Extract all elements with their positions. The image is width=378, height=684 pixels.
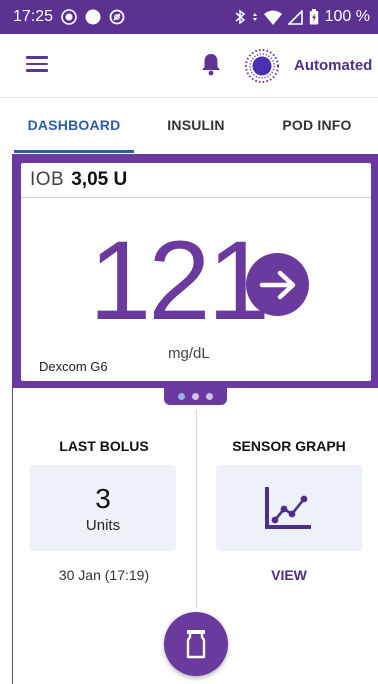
circle-icon <box>85 9 101 25</box>
sensor-graph-title: SENSOR GRAPH <box>232 438 346 454</box>
status-time: 17:25 <box>13 8 54 25</box>
page-dot[interactable] <box>178 392 185 400</box>
bolus-vial-icon <box>186 630 206 659</box>
column-divider <box>196 410 197 608</box>
page-dot[interactable] <box>206 392 213 400</box>
signal-icon <box>287 9 303 25</box>
status-bar: 17:25 100 % <box>0 0 378 34</box>
wifi-icon <box>263 10 282 25</box>
iob-value: 3,05 U <box>71 169 128 190</box>
battery-icon <box>309 9 319 25</box>
app-bar: Automated <box>0 34 378 98</box>
sensor-name: Dexcom G6 <box>39 359 108 374</box>
battery-percent: 100 % <box>324 8 370 25</box>
glucose-card[interactable]: IOB 3,05 U 121 mg/dL Dexcom G6 <box>21 163 371 381</box>
tab-bar: DASHBOARD INSULIN POD INFO <box>0 98 378 152</box>
status-left: 17:25 <box>13 8 125 26</box>
tab-dashboard[interactable]: DASHBOARD <box>14 98 134 152</box>
tab-dashboard-label: DASHBOARD <box>27 117 121 133</box>
automated-mode-icon[interactable] <box>244 48 280 84</box>
last-bolus-time: 30 Jan (17:19) <box>58 567 150 583</box>
tab-insulin[interactable]: INSULIN <box>136 98 256 152</box>
last-bolus-unit: Units <box>85 517 121 534</box>
no-disturb-icon <box>109 9 125 25</box>
left-edge-line <box>12 388 13 684</box>
glucose-card-frame[interactable]: IOB 3,05 U 121 mg/dL Dexcom G6 <box>12 154 378 388</box>
last-bolus-tile[interactable]: 3 Units <box>30 465 176 551</box>
hamburger-icon[interactable] <box>26 56 48 72</box>
iob-row: IOB 3,05 U <box>21 163 371 198</box>
tab-insulin-label: INSULIN <box>167 117 225 133</box>
mode-label[interactable]: Automated <box>294 57 372 74</box>
bluetooth-icon <box>234 9 246 25</box>
data-arrows-icon <box>252 10 258 24</box>
status-right: 100 % <box>234 8 370 26</box>
last-bolus-title: LAST BOLUS <box>59 438 149 454</box>
page-indicator[interactable] <box>164 387 227 405</box>
tab-pod-info-label: POD INFO <box>282 117 352 133</box>
tab-pod-info[interactable]: POD INFO <box>256 98 378 152</box>
page-dot[interactable] <box>192 392 199 400</box>
bell-icon[interactable] <box>200 52 222 76</box>
sensor-graph-tile[interactable] <box>216 465 362 551</box>
iob-label: IOB <box>30 169 65 190</box>
glucose-value: 121 <box>89 218 270 343</box>
line-chart-icon <box>265 487 311 529</box>
active-tab-indicator <box>14 150 134 153</box>
view-sensor-graph-link[interactable]: VIEW <box>201 567 377 583</box>
bolus-button[interactable] <box>164 612 228 676</box>
glucose-units: mg/dL <box>168 345 210 362</box>
last-bolus-amount: 3 <box>95 483 111 514</box>
record-icon <box>61 9 77 25</box>
arrow-right-icon <box>246 253 309 316</box>
